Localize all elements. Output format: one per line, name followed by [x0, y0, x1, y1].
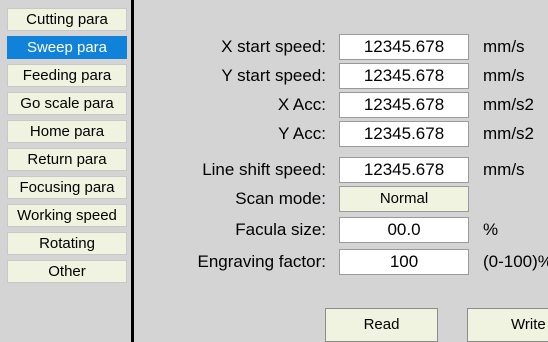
- engraving-factor-label: Engraving factor:: [197, 252, 326, 271]
- scan-mode-button[interactable]: Normal: [339, 186, 469, 212]
- x-acc-unit: mm/s2: [483, 95, 534, 114]
- x-acc-field[interactable]: 12345.678: [339, 92, 469, 118]
- x-start-speed-row: X start speed: 12345.678 mm/s: [134, 34, 548, 60]
- engraving-factor-row: Engraving factor: 100 (0-100)%: [134, 249, 548, 275]
- sidebar-item-sweep-para[interactable]: Sweep para: [7, 36, 127, 59]
- line-shift-speed-field[interactable]: 12345.678: [339, 157, 469, 183]
- scan-mode-label: Scan mode:: [235, 189, 326, 208]
- read-button[interactable]: Read: [325, 308, 438, 342]
- facula-size-label: Facula size:: [235, 220, 326, 239]
- y-acc-field[interactable]: 12345.678: [339, 121, 469, 147]
- y-start-speed-row: Y start speed: 12345.678 mm/s: [134, 63, 548, 89]
- sweep-para-panel: X start speed: 12345.678 mm/s Y start sp…: [134, 0, 548, 342]
- engraving-factor-field[interactable]: 100: [339, 249, 469, 275]
- scan-mode-row: Scan mode: Normal: [134, 186, 548, 212]
- y-start-speed-label: Y start speed:: [221, 66, 326, 85]
- facula-size-field[interactable]: 00.0: [339, 217, 469, 243]
- x-acc-row: X Acc: 12345.678 mm/s2: [134, 92, 548, 118]
- x-start-speed-unit: mm/s: [483, 37, 525, 56]
- y-start-speed-field[interactable]: 12345.678: [339, 63, 469, 89]
- line-shift-speed-label: Line shift speed:: [202, 160, 326, 179]
- y-acc-unit: mm/s2: [483, 124, 534, 143]
- x-start-speed-field[interactable]: 12345.678: [339, 34, 469, 60]
- x-acc-label: X Acc:: [277, 95, 326, 114]
- write-button[interactable]: Write: [467, 308, 548, 342]
- sidebar-item-go-scale-para[interactable]: Go scale para: [7, 92, 127, 115]
- sidebar-item-rotating[interactable]: Rotating: [7, 232, 127, 255]
- sidebar-item-home-para[interactable]: Home para: [7, 120, 127, 143]
- sidebar-item-feeding-para[interactable]: Feeding para: [7, 64, 127, 87]
- y-acc-row: Y Acc: 12345.678 mm/s2: [134, 121, 548, 147]
- line-shift-speed-unit: mm/s: [483, 160, 525, 179]
- x-start-speed-label: X start speed:: [221, 37, 326, 56]
- y-start-speed-unit: mm/s: [483, 66, 525, 85]
- sidebar-item-working-speed[interactable]: Working speed: [7, 204, 127, 227]
- facula-size-unit: %: [483, 220, 499, 239]
- line-shift-speed-row: Line shift speed: 12345.678 mm/s: [134, 157, 548, 183]
- sidebar-item-other[interactable]: Other: [7, 260, 127, 283]
- sidebar: Cutting para Sweep para Feeding para Go …: [0, 0, 131, 342]
- sidebar-item-return-para[interactable]: Return para: [7, 148, 127, 171]
- engraving-factor-unit: (0-100)%: [483, 252, 548, 271]
- sidebar-item-cutting-para[interactable]: Cutting para: [7, 8, 127, 31]
- facula-size-row: Facula size: 00.0 %: [134, 217, 548, 243]
- sidebar-item-focusing-para[interactable]: Focusing para: [7, 176, 127, 199]
- y-acc-label: Y Acc:: [278, 124, 326, 143]
